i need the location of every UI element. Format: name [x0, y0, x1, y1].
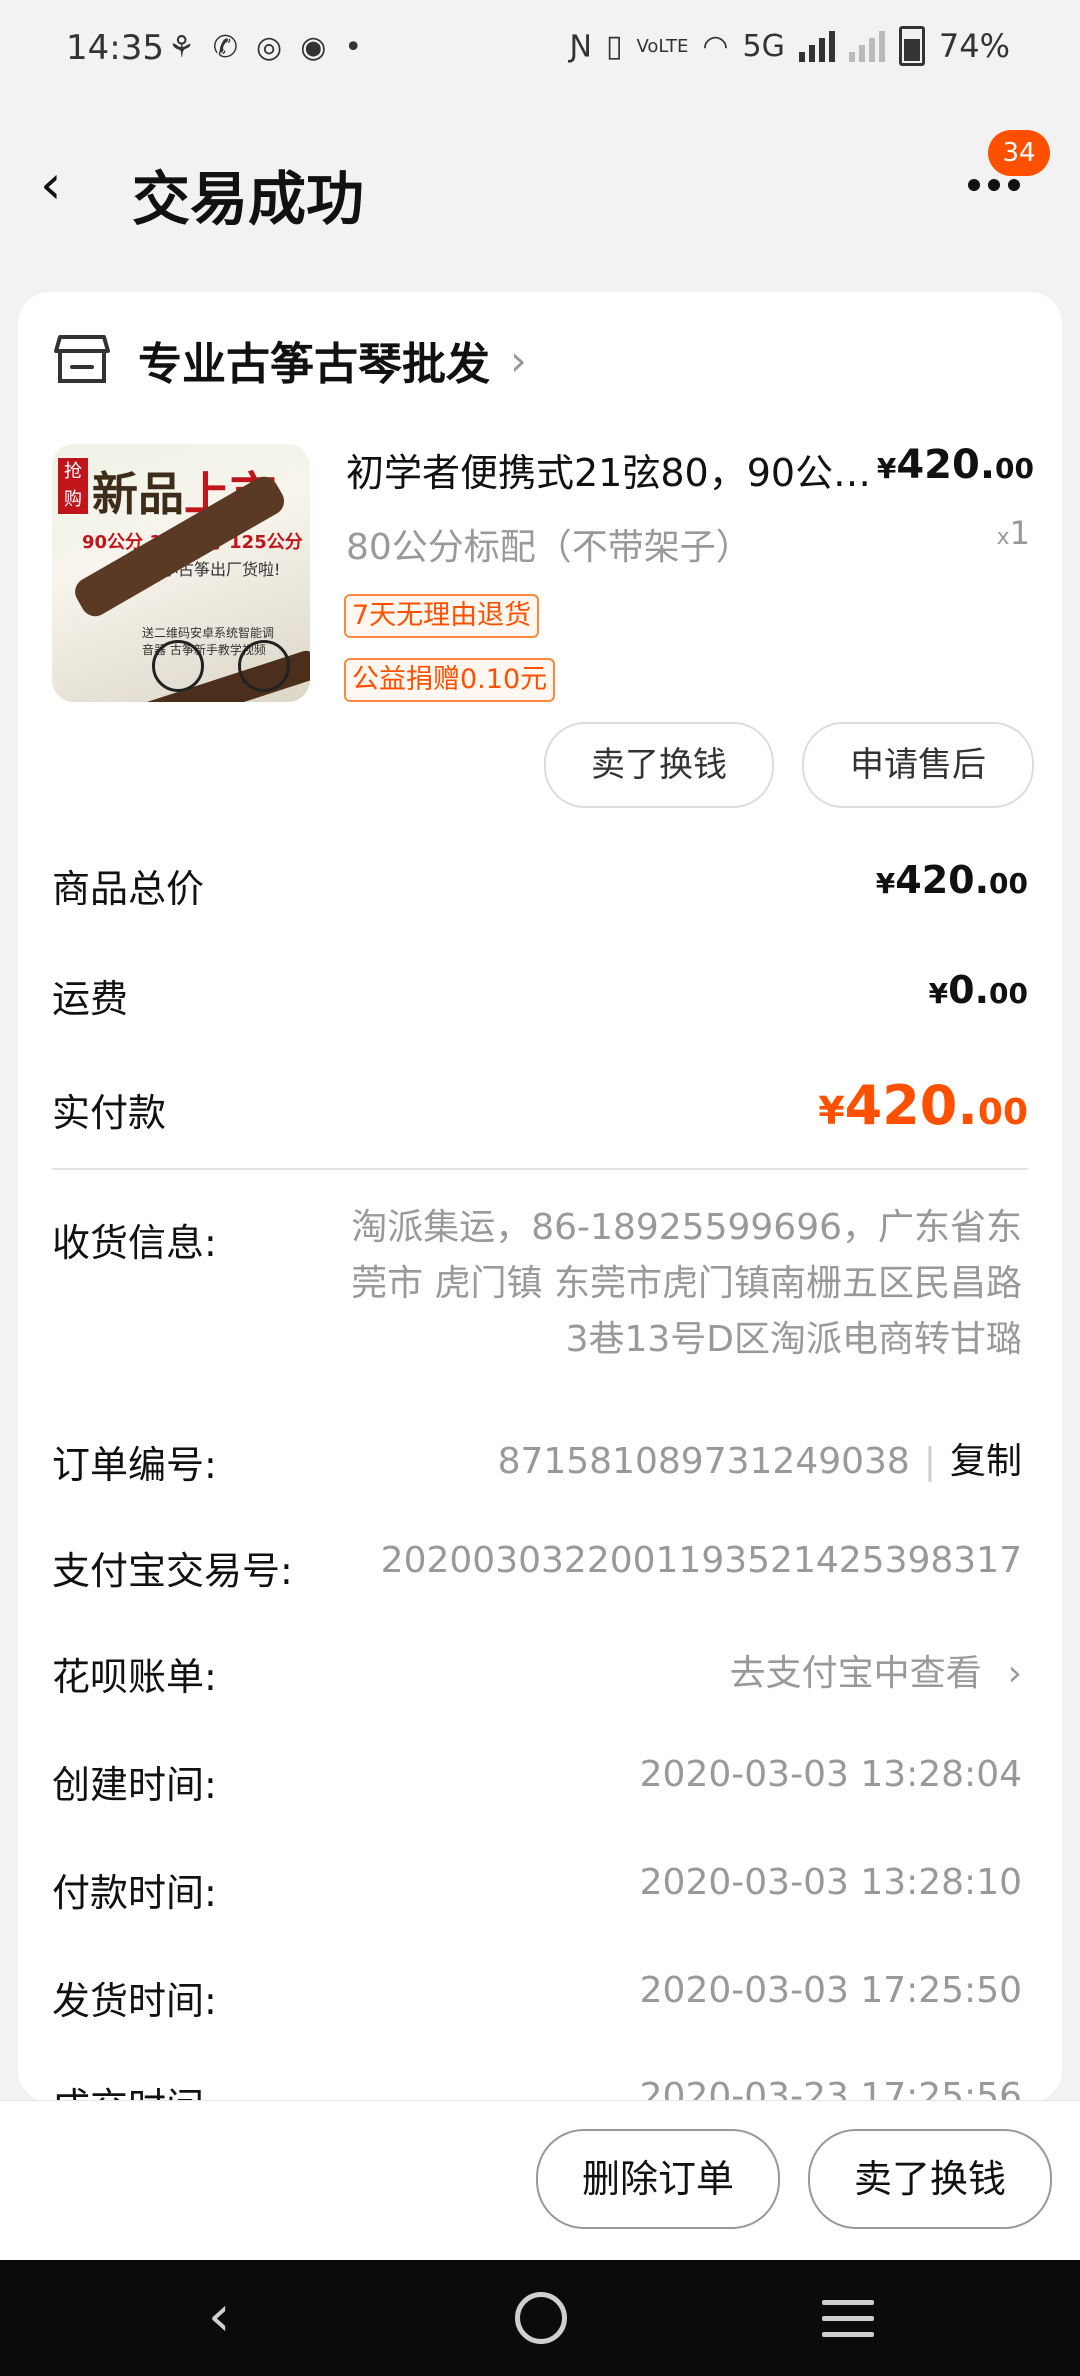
huabei-value: 去支付宝中查看 [729, 1653, 982, 1694]
return-policy-badge: 7天无理由退货 [344, 594, 540, 638]
nfc-icon: Ɲ [569, 28, 592, 64]
battery-icon [898, 26, 925, 66]
nav-home-icon[interactable] [515, 2292, 567, 2344]
wifi-icon: ◠ [702, 28, 729, 64]
whatsapp-icon: ✆ [212, 30, 239, 65]
bottom-action-bar: 删除订单 卖了换钱 [0, 2100, 1080, 2261]
sell-for-cash-bottom-button[interactable]: 卖了换钱 [808, 2129, 1052, 2229]
tuner-icon [152, 640, 204, 692]
paid-time-label: 付款时间: [52, 1871, 217, 1915]
stand-icon [238, 640, 290, 692]
nav-back-icon[interactable]: ‹ [208, 2289, 258, 2345]
sell-for-cash-button[interactable]: 卖了换钱 [544, 722, 774, 808]
status-bar: 14:35 ⚘ ✆ ◎ ◉ • Ɲ ▯ VoLTE ◠ 5G 74% [0, 0, 1080, 100]
alipay-number-label: 支付宝交易号: [52, 1549, 293, 1593]
after-sale-button[interactable]: 申请售后 [802, 722, 1034, 808]
back-icon[interactable]: ‹ [40, 158, 80, 212]
completed-time-value: 2020-03-23 17:25:56 [639, 2076, 1022, 2102]
goods-total-value: ¥420.00 [875, 858, 1028, 902]
vibrate-icon: ▯ [605, 28, 623, 64]
order-card: 专业古筝古琴批发 › 抢购 新品上市 90公分 100公分 125公分 小古筝出… [18, 292, 1062, 2102]
goods-total-row: 商品总价 ¥420.00 [52, 858, 1028, 918]
chevron-right-icon: › [1007, 1653, 1022, 1694]
product-spec: 80公分标配（不带架子） [346, 527, 752, 568]
product-image-tag: 抢购 [58, 458, 88, 514]
shipped-time-value: 2020-03-03 17:25:50 [639, 1970, 1022, 2011]
nav-recents-icon[interactable] [822, 2300, 874, 2348]
battery-percent: 74% [938, 27, 1010, 65]
chevron-right-icon: › [510, 335, 527, 385]
system-icons: Ɲ ▯ VoLTE ◠ 5G 74% [570, 26, 1010, 66]
paid-row: 实付款 ¥420.00 [52, 1074, 1028, 1142]
separator: | [923, 1441, 936, 1482]
app-notification-icon: ⚘ [168, 30, 195, 65]
page-header: ‹ 交易成功 34 [0, 130, 1080, 240]
huabei-link[interactable]: 去支付宝中查看 › [730, 1644, 1022, 1696]
divider [52, 1168, 1028, 1170]
more-notifications-dot-icon: • [344, 30, 363, 65]
paid-value: ¥420.00 [818, 1074, 1028, 1137]
copy-button[interactable]: 复制 [950, 1441, 1022, 1482]
status-time: 14:35 [66, 28, 164, 68]
alipay-number-value: 2020030322001193521425398317 [380, 1540, 1022, 1581]
shipping-value: ¥0.00 [928, 968, 1028, 1012]
signal-sim2-icon [848, 30, 885, 62]
network-type: 5G [742, 28, 785, 64]
created-time-label: 创建时间: [52, 1763, 217, 1807]
product-title[interactable]: 初学者便携式21弦80，90公… [346, 442, 876, 497]
shipping-row: 运费 ¥0.00 [52, 968, 1028, 1028]
completed-time-label: 成交时间: [52, 2076, 217, 2102]
goods-total-label: 商品总价 [52, 867, 205, 911]
huabei-label: 花呗账单: [52, 1655, 217, 1699]
shop-row[interactable]: 专业古筝古琴批发 › [54, 330, 527, 390]
delete-order-button[interactable]: 删除订单 [536, 2129, 780, 2229]
paid-time-value: 2020-03-03 13:28:10 [639, 1862, 1022, 1903]
page-title: 交易成功 [132, 165, 365, 233]
address-label: 收货信息: [52, 1221, 217, 1265]
notification-icons: ⚘ ✆ ◎ ◉ • [168, 30, 362, 65]
charity-badge: 公益捐赠0.10元 [344, 658, 556, 702]
notification-badge: 34 [988, 130, 1050, 176]
address-value: 淘派集运，86-18925599696，广东省东莞市 虎门镇 东莞市虎门镇南栅五… [351, 1207, 1022, 1360]
created-time-value: 2020-03-03 13:28:04 [639, 1754, 1022, 1795]
app-notification-icon-2: ◎ [256, 30, 283, 65]
order-number-value: 871581089731249038 [497, 1441, 910, 1482]
shop-icon [54, 335, 110, 383]
paid-label: 实付款 [52, 1091, 167, 1135]
volte-icon: VoLTE [636, 35, 689, 57]
app-notification-icon-3: ◉ [300, 30, 327, 65]
system-navigation-bar: ‹ [0, 2260, 1080, 2376]
product-image[interactable]: 抢购 新品上市 90公分 100公分 125公分 小古筝出厂货啦! 送二维码安卓… [52, 444, 310, 702]
product-price: ¥420.00 [876, 442, 1034, 488]
shipped-time-label: 发货时间: [52, 1979, 217, 2023]
shop-name: 专业古筝古琴批发 [138, 339, 490, 390]
order-number-label: 订单编号: [52, 1443, 217, 1487]
order-number-row: 871581089731249038 | 复制 [498, 1432, 1022, 1484]
product-quantity: x1 [996, 514, 1030, 552]
signal-icon [798, 30, 835, 62]
shipping-label: 运费 [52, 977, 129, 1021]
